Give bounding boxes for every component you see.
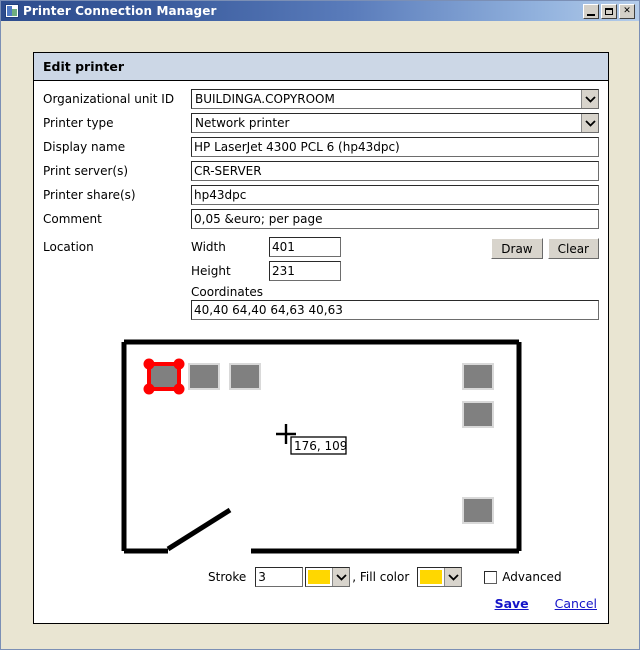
label-org-unit-id: Organizational unit ID <box>43 92 175 106</box>
stroke-color-select[interactable] <box>305 567 351 587</box>
printer-shape[interactable] <box>461 363 494 390</box>
printer-shape[interactable] <box>187 363 220 390</box>
cancel-button[interactable]: Cancel <box>555 596 597 611</box>
minimize-button[interactable] <box>583 3 599 19</box>
floorplan-canvas[interactable]: 176, 109 <box>119 338 523 555</box>
control-printer-type: Network printer <box>191 113 599 133</box>
printer-shape[interactable] <box>461 497 494 524</box>
label-display-name: Display name <box>43 140 126 154</box>
coordinate-tooltip-text: 176, 109 <box>294 439 347 453</box>
width-input[interactable] <box>269 237 341 257</box>
location-fields: Draw Clear Width Height Coordinates <box>191 237 599 320</box>
selected-printer-shape[interactable] <box>143 358 184 395</box>
close-icon[interactable]: ✕ <box>619 3 635 19</box>
field-row-location: Location Draw Clear Width Height <box>43 237 599 320</box>
field-row-org-unit-id: Organizational unit ID BUILDINGA.COPYROO… <box>43 89 599 109</box>
stroke-color-swatch <box>308 570 331 584</box>
window-controls: ✕ <box>583 3 635 19</box>
fill-color-select[interactable] <box>417 567 463 587</box>
label-coordinates: Coordinates <box>191 285 264 299</box>
title-bar: Printer Connection Manager ✕ <box>1 1 639 21</box>
control-org-unit-id: BUILDINGA.COPYROOM <box>191 89 599 109</box>
label-comment: Comment <box>43 212 102 226</box>
coordinates-input[interactable] <box>191 300 599 320</box>
control-comment <box>191 209 599 229</box>
printer-shape[interactable] <box>461 401 494 428</box>
floorplan-canvas-wrapper: 176, 109 <box>43 338 599 555</box>
field-row-printer-shares: Printer share(s) <box>43 185 599 205</box>
coordinate-tooltip: 176, 109 <box>289 436 347 455</box>
comment-input[interactable] <box>191 209 599 229</box>
label-printer-shares: Printer share(s) <box>43 188 136 202</box>
field-row-printer-type: Printer type Network printer <box>43 113 599 133</box>
page-title: Edit printer <box>34 53 608 81</box>
control-display-name <box>191 137 599 157</box>
height-row: Height <box>191 261 599 281</box>
field-row-comment: Comment <box>43 209 599 229</box>
page-body: Edit printer Organizational unit ID BUIL… <box>1 21 639 649</box>
field-row-print-servers: Print server(s) <box>43 161 599 181</box>
maximize-button[interactable] <box>601 3 617 19</box>
label-width: Width <box>191 240 226 254</box>
resize-handle-ne <box>173 358 184 370</box>
display-name-input[interactable] <box>191 137 599 157</box>
resize-handle-nw <box>143 358 154 370</box>
stroke-width-input[interactable] <box>255 567 304 587</box>
org-unit-id-value: BUILDINGA.COPYROOM <box>195 92 335 106</box>
org-unit-id-select[interactable]: BUILDINGA.COPYROOM <box>191 89 599 109</box>
advanced-checkbox[interactable] <box>484 570 498 584</box>
label-stroke: Stroke <box>208 570 247 584</box>
draw-button[interactable]: Draw <box>491 238 543 259</box>
control-print-servers <box>191 161 599 181</box>
print-servers-input[interactable] <box>191 161 599 181</box>
chevron-down-icon[interactable] <box>581 114 598 132</box>
edit-printer-panel: Edit printer Organizational unit ID BUIL… <box>33 52 609 624</box>
window-title: Printer Connection Manager <box>23 4 217 18</box>
label-height: Height <box>191 264 231 278</box>
resize-handle-se <box>173 383 184 395</box>
chevron-down-icon[interactable] <box>332 568 350 586</box>
label-fill-color: , Fill color <box>352 570 410 584</box>
clear-button[interactable]: Clear <box>547 238 599 259</box>
printer-type-value: Network printer <box>195 116 290 130</box>
label-print-servers: Print server(s) <box>43 164 129 178</box>
fill-color-swatch <box>420 570 443 584</box>
save-button[interactable]: Save <box>495 596 529 611</box>
label-advanced: Advanced <box>502 570 562 584</box>
panel-body: Organizational unit ID BUILDINGA.COPYROO… <box>34 81 608 623</box>
canvas-toolbar: Draw Clear <box>491 238 599 259</box>
form-actions: Save Cancel <box>43 596 597 611</box>
printer-type-select[interactable]: Network printer <box>191 113 599 133</box>
window-app-icon <box>5 4 19 18</box>
label-printer-type: Printer type <box>43 116 114 130</box>
resize-handle-sw <box>143 383 154 395</box>
chevron-down-icon[interactable] <box>581 90 598 108</box>
chevron-down-icon[interactable] <box>444 568 462 586</box>
printer-shares-input[interactable] <box>191 185 599 205</box>
control-printer-shares <box>191 185 599 205</box>
drawing-tools-bar: Stroke , Fill color <box>43 567 599 587</box>
advanced-option: Advanced <box>484 570 562 584</box>
application-window: Printer Connection Manager ✕ Edit printe… <box>0 0 640 650</box>
height-input[interactable] <box>269 261 341 281</box>
label-location: Location <box>43 240 94 254</box>
field-row-display-name: Display name <box>43 137 599 157</box>
printer-shape[interactable] <box>228 363 261 390</box>
